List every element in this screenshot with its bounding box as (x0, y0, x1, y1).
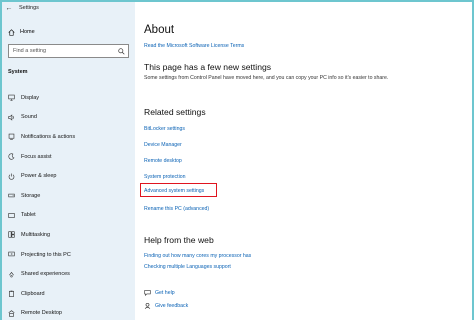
get-help-link[interactable]: Get help (144, 289, 175, 296)
help-link-cores[interactable]: Finding out how many cores my processor … (144, 253, 251, 259)
sidebar-item-label: Notifications & actions (21, 133, 76, 140)
home-nav-item[interactable]: Home (2, 26, 135, 38)
sidebar-item-label: Tablet (21, 212, 36, 219)
sidebar-item-focus-assist[interactable]: Focus assist (2, 147, 135, 167)
sidebar-item-label: Power & sleep (21, 173, 57, 180)
sidebar-nav: Display Sound Notifications & actions Fo… (2, 88, 135, 320)
sidebar-item-label: Storage (21, 192, 41, 199)
power-icon (2, 173, 20, 180)
sidebar-item-projecting[interactable]: Projecting to this PC (2, 245, 135, 265)
system-protection-link[interactable]: System protection (144, 174, 186, 180)
page-title: About (144, 24, 175, 36)
sidebar-item-tablet[interactable]: Tablet (2, 206, 135, 226)
sidebar-item-notifications[interactable]: Notifications & actions (2, 127, 135, 147)
help-heading: Help from the web (144, 235, 214, 245)
feedback-icon (144, 302, 155, 309)
search-input[interactable]: Find a setting (8, 44, 129, 58)
back-arrow-icon[interactable]: ← (2, 5, 16, 12)
help-link-languages[interactable]: Checking multiple Languages support (144, 264, 231, 270)
new-settings-description: Some settings from Control Panel have mo… (144, 75, 389, 81)
sidebar-item-storage[interactable]: Storage (2, 186, 135, 206)
get-help-icon (144, 289, 155, 296)
shared-experiences-icon (2, 271, 20, 278)
get-help-label: Get help (155, 289, 175, 296)
tablet-icon (2, 212, 20, 219)
clipboard-icon (2, 290, 20, 298)
sidebar-item-display[interactable]: Display (2, 88, 135, 108)
give-feedback-label: Give feedback (155, 302, 189, 309)
sidebar-item-clipboard[interactable]: Clipboard (2, 284, 135, 304)
main-content: About Read the Microsoft Software Licens… (135, 2, 472, 320)
sidebar-item-label: Remote Desktop (21, 310, 62, 317)
sidebar-item-label: Display (21, 94, 40, 101)
title-bar: ← Settings (2, 2, 135, 14)
sidebar-item-shared-experiences[interactable]: Shared experiences (2, 264, 135, 284)
sidebar-item-sound[interactable]: Sound (2, 108, 135, 128)
storage-icon (2, 192, 20, 199)
search-icon[interactable] (114, 47, 128, 55)
sound-icon (2, 114, 20, 121)
device-manager-link[interactable]: Device Manager (144, 142, 182, 148)
search-placeholder: Find a setting (13, 48, 47, 54)
notifications-icon (2, 133, 20, 141)
bitlocker-settings-link[interactable]: BitLocker settings (144, 126, 185, 132)
sidebar-item-label: Projecting to this PC (21, 251, 71, 258)
sidebar-item-label: Multitasking (21, 231, 51, 238)
advanced-system-settings-link[interactable]: Advanced system settings (144, 188, 204, 194)
sidebar: ← Settings Home Find a setting System Di… (2, 2, 135, 320)
focus-assist-icon (2, 153, 20, 160)
projecting-icon (2, 251, 20, 258)
multitasking-icon (2, 231, 20, 239)
give-feedback-link[interactable]: Give feedback (144, 302, 188, 309)
section-label: System (8, 69, 28, 75)
rename-pc-link[interactable]: Rename this PC (advanced) (144, 206, 209, 212)
home-label: Home (20, 29, 35, 35)
sidebar-item-label: Clipboard (21, 290, 45, 297)
sidebar-item-remote-desktop[interactable]: Remote Desktop (2, 304, 135, 320)
sidebar-item-label: Sound (21, 114, 37, 121)
display-icon (2, 94, 20, 101)
window-title: Settings (19, 5, 39, 11)
remote-desktop-icon (2, 310, 20, 317)
home-icon (2, 28, 20, 36)
remote-desktop-link[interactable]: Remote desktop (144, 158, 182, 164)
sidebar-item-label: Shared experiences (21, 271, 70, 278)
sidebar-item-multitasking[interactable]: Multitasking (2, 225, 135, 245)
sidebar-item-power-sleep[interactable]: Power & sleep (2, 166, 135, 186)
new-settings-heading: This page has a few new settings (144, 62, 272, 72)
related-settings-heading: Related settings (144, 107, 206, 117)
license-terms-link[interactable]: Read the Microsoft Software License Term… (144, 43, 244, 49)
sidebar-item-label: Focus assist (21, 153, 52, 160)
